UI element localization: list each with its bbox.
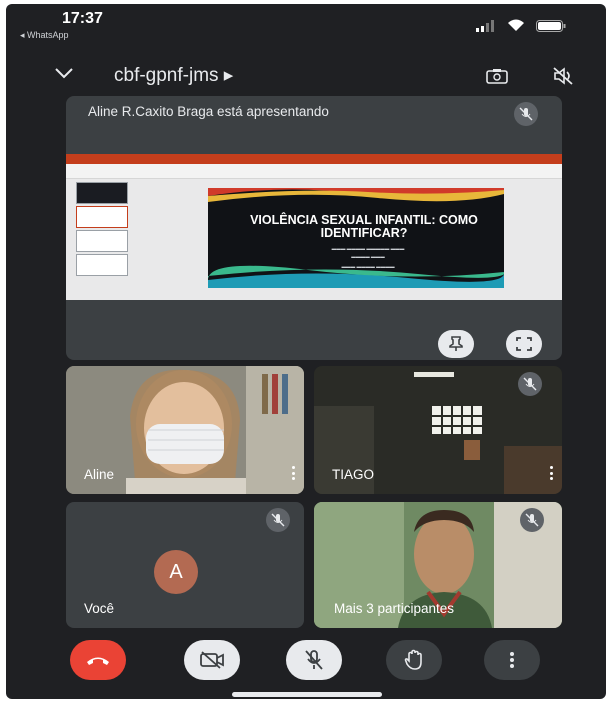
chevron-down-icon[interactable] bbox=[54, 66, 74, 80]
fullscreen-button[interactable] bbox=[506, 330, 542, 358]
raise-hand-button[interactable] bbox=[386, 640, 442, 680]
more-options-button[interactable] bbox=[484, 640, 540, 680]
camera-off-icon bbox=[200, 651, 224, 669]
participant-name: TIAGO bbox=[332, 467, 375, 482]
meet-screen: 17:37 ◂ WhatsApp cbf-gpnf-jms ▸ Aline R.… bbox=[6, 4, 606, 699]
mic-off-icon bbox=[518, 372, 542, 396]
home-indicator bbox=[232, 692, 382, 697]
back-to-whatsapp-link[interactable]: ◂ WhatsApp bbox=[20, 30, 69, 41]
status-bar: 17:37 ◂ WhatsApp bbox=[6, 4, 606, 44]
app-titlebar bbox=[66, 154, 562, 164]
hang-up-icon bbox=[87, 657, 109, 665]
shared-screen: VIOLÊNCIA SEXUAL INFANTIL: COMO IDENTIFI… bbox=[66, 154, 562, 300]
presentation-tile[interactable]: Aline R.Caxito Braga está apresentando V… bbox=[66, 96, 562, 360]
battery-icon bbox=[536, 20, 566, 32]
mic-off-icon bbox=[514, 102, 538, 126]
slide-thumbnail bbox=[76, 182, 128, 204]
wifi-icon bbox=[508, 19, 524, 31]
slide-thumbnail bbox=[76, 206, 128, 228]
fullscreen-icon bbox=[516, 337, 532, 351]
more-options-icon[interactable] bbox=[292, 466, 296, 480]
speaker-off-icon[interactable] bbox=[552, 66, 574, 86]
mic-off-icon bbox=[305, 650, 323, 670]
presenter-label: Aline R.Caxito Braga está apresentando bbox=[88, 104, 329, 119]
call-controls bbox=[6, 640, 606, 690]
switch-camera-icon[interactable] bbox=[486, 68, 508, 84]
meeting-top-bar: cbf-gpnf-jms ▸ bbox=[6, 56, 606, 96]
participant-tile-aline[interactable]: Aline bbox=[66, 366, 304, 494]
signal-icon bbox=[476, 20, 494, 32]
participant-tile-tiago[interactable]: TIAGO bbox=[314, 366, 562, 494]
current-slide: VIOLÊNCIA SEXUAL INFANTIL: COMO IDENTIFI… bbox=[208, 188, 504, 288]
meeting-code[interactable]: cbf-gpnf-jms ▸ bbox=[114, 64, 233, 87]
slide-caption-line: ▬▬▬ ▬▬▬▬ ▬▬▬▬▬ ▬▬▬ bbox=[331, 246, 405, 251]
end-call-button[interactable] bbox=[70, 640, 126, 680]
slide-thumbnail bbox=[76, 230, 128, 252]
app-ribbon bbox=[66, 164, 562, 179]
hand-icon bbox=[404, 649, 422, 670]
pin-button[interactable] bbox=[438, 330, 474, 358]
participant-name: Mais 3 participantes bbox=[334, 601, 455, 616]
participant-name: Você bbox=[84, 601, 115, 616]
mic-off-icon bbox=[520, 508, 544, 532]
slide-thumbnails bbox=[70, 182, 128, 292]
pin-icon bbox=[449, 336, 463, 351]
more-vertical-icon bbox=[510, 652, 514, 668]
slide-caption-line: ▬▬▬ ▬▬▬▬ ▬▬▬▬ bbox=[341, 264, 395, 269]
slide-thumbnail bbox=[76, 254, 128, 276]
self-tile[interactable]: A Você bbox=[66, 502, 304, 628]
more-options-icon[interactable] bbox=[550, 466, 554, 480]
mic-off-icon bbox=[266, 508, 290, 532]
participant-name: Aline bbox=[84, 467, 115, 482]
camera-toggle-button[interactable] bbox=[184, 640, 240, 680]
avatar: A bbox=[154, 550, 198, 594]
slide-caption-line: ▬▬▬▬ ▬▬▬ bbox=[351, 254, 385, 259]
mic-toggle-button[interactable] bbox=[286, 640, 342, 680]
more-participants-tile[interactable]: Mais 3 participantes bbox=[314, 502, 562, 628]
clock: 17:37 bbox=[62, 10, 103, 27]
slide-title: VIOLÊNCIA SEXUAL INFANTIL: COMO IDENTIFI… bbox=[250, 213, 478, 240]
